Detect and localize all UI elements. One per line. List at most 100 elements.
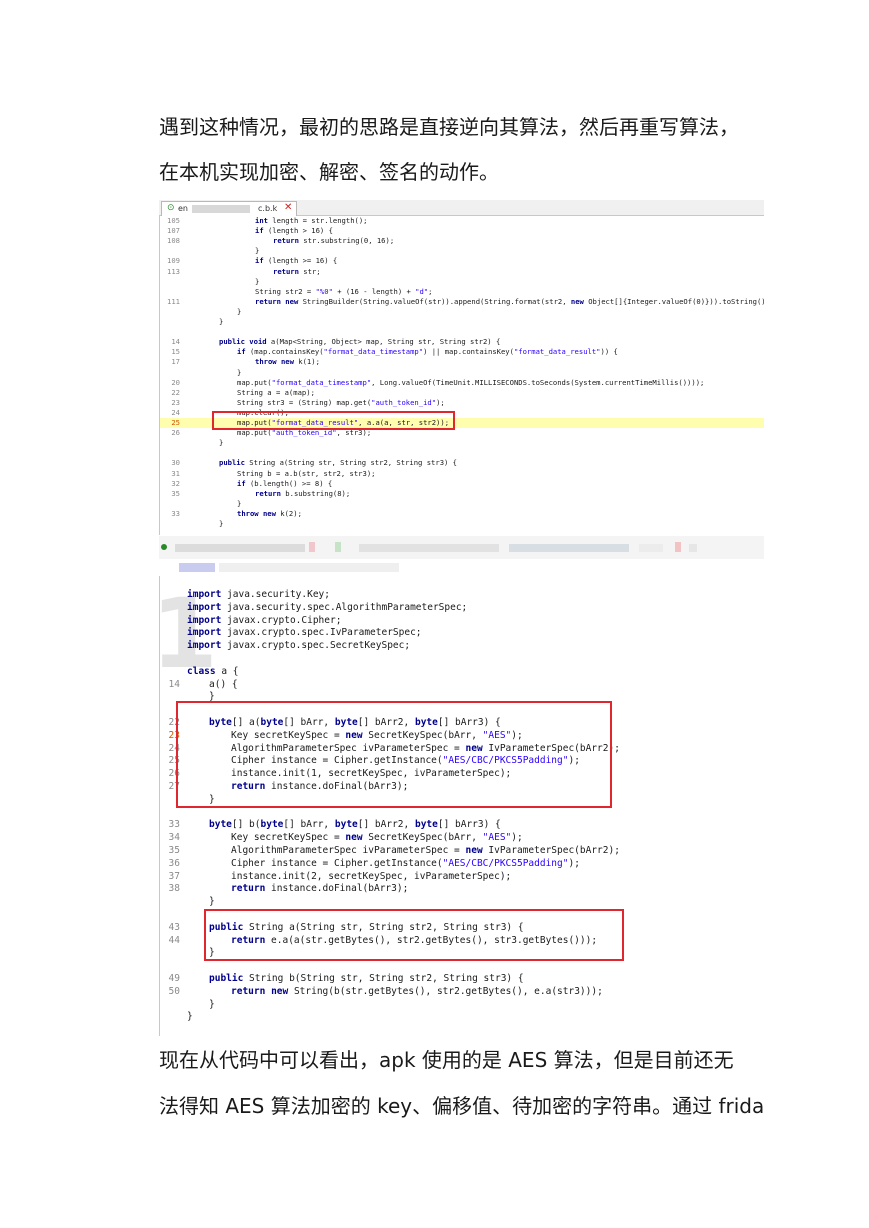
code-line: 105 int length = str.length(); — [159, 216, 764, 226]
code-text: if (length >= 16) { — [255, 256, 338, 266]
code-text: Cipher instance = Cipher.getInstance("AE… — [231, 857, 580, 869]
code-text: a() { — [209, 678, 238, 690]
line-number: 35 — [168, 845, 180, 856]
code-line: 15 if (map.containsKey("format_data_times… — [159, 347, 764, 357]
code-line: 50 return new String(b(str.getBytes(), st… — [159, 986, 764, 999]
code-line: 111 return new StringBuilder(String.value… — [159, 297, 764, 307]
code-text: int length = str.length(); — [255, 216, 368, 225]
code-line: } — [159, 438, 764, 448]
code-text: byte[] b(byte[] bArr, byte[] bArr2, byte… — [209, 819, 501, 831]
line-number: 34 — [168, 832, 180, 844]
code-line: 30 public String a(String str, String str… — [159, 458, 764, 468]
code-line: } — [159, 1011, 764, 1024]
code-line: } — [159, 499, 764, 509]
code-line: import javax.crypto.spec.IvParameterSpec… — [159, 627, 764, 640]
line-number: 26 — [171, 428, 180, 438]
line-number: 38 — [168, 883, 180, 895]
code-text: return instance.doFinal(bArr3); — [231, 883, 409, 895]
code-line: 33 byte[] b(byte[] bArr, byte[] bArr2, by… — [159, 819, 764, 832]
code-line: 107 if (length > 16) { — [159, 226, 764, 236]
code-text: Key secretKeySpec = new SecretKeySpec(bA… — [231, 832, 523, 844]
code-line: 109 if (length >= 16) { — [159, 256, 764, 266]
line-number: 15 — [171, 347, 180, 357]
paragraph-line-1: 遇到这种情况，最初的思路是直接逆向其算法，然后再重写算法， — [159, 115, 739, 139]
paragraph-line-2: 在本机实现加密、解密、签名的动作。 — [159, 160, 499, 184]
code-text: String b = a.b(str, str2, str3); — [237, 468, 376, 478]
code-line: 33 throw new k(2); — [159, 509, 764, 519]
line-number: 37 — [168, 870, 180, 882]
line-number: 23 — [171, 397, 180, 407]
line-number: 105 — [167, 216, 180, 225]
highlight-box-map-put — [212, 411, 455, 430]
code-text: } — [219, 438, 224, 448]
close-tab-icon[interactable]: ✕ — [284, 201, 292, 214]
line-number: 32 — [171, 478, 180, 488]
highlight-box-encrypt-method — [176, 701, 612, 808]
code-text: instance.init(2, secretKeySpec, ivParame… — [231, 870, 512, 882]
code-line: } — [159, 519, 764, 529]
code-text: } — [237, 367, 242, 377]
code-line: } — [159, 246, 764, 256]
line-number: 44 — [168, 934, 180, 946]
code-line: 20 map.put("format_data_timestamp", Long.… — [159, 378, 764, 388]
tab-name-suffix: c.b.k — [258, 204, 278, 213]
code-line: 23 String str3 = (String) map.get("auth_t… — [159, 398, 764, 408]
code-line: String str2 = "%0" + (16 - length) + "d"… — [159, 287, 764, 297]
highlight-box-public-a-method — [204, 909, 624, 961]
code-line: 34 Key secretKeySpec = new SecretKeySpec(… — [159, 832, 764, 845]
line-number: 14 — [168, 678, 180, 690]
editor-tab[interactable]: ⊙ en c.b.k ✕ — [161, 201, 297, 216]
code-line: 22 String a = a(map); — [159, 388, 764, 398]
line-number: 17 — [171, 357, 180, 367]
code-text: } — [255, 276, 260, 286]
code-text: throw new k(2); — [237, 508, 302, 518]
line-number: 30 — [171, 458, 180, 468]
code-line: import javax.crypto.Cipher; — [159, 615, 764, 628]
code-text: public String a(String str, String str2,… — [219, 458, 458, 468]
line-number: 25 — [171, 418, 180, 427]
line-number: 33 — [168, 819, 180, 831]
code-text: public void a(Map<String, Object> map, S… — [219, 337, 501, 347]
line-number: 31 — [171, 468, 180, 478]
code-screenshot-2: 1 import java.security.Key; import java.s… — [159, 536, 764, 1036]
code-text: String str2 = "%0" + (16 - length) + "d"… — [255, 286, 433, 296]
code-text: import javax.crypto.spec.SecretKeySpec; — [187, 640, 411, 652]
code-text: } — [219, 317, 224, 326]
paragraph-line-4: 法得知 AES 算法加密的 key、偏移值、待加密的字符串。通过 frida — [159, 1094, 765, 1118]
line-number: 113 — [167, 266, 180, 276]
code-text: return new String(b(str.getBytes(), str2… — [231, 985, 603, 997]
code-text: return b.substring(8); — [255, 488, 351, 498]
code-text: return new StringBuilder(String.valueOf(… — [255, 296, 764, 306]
redacted-tab-text — [192, 205, 250, 213]
code-text: } — [237, 306, 242, 316]
code-line: } — [159, 277, 764, 287]
code-line: 38 return instance.doFinal(bArr3); — [159, 883, 764, 896]
line-number: 50 — [168, 985, 180, 997]
code-text: String str3 = (String) map.get("auth_tok… — [237, 397, 445, 407]
editor-tab-bar: ⊙ en c.b.k ✕ — [159, 200, 764, 216]
code-line: } — [159, 368, 764, 378]
line-number: 108 — [167, 236, 180, 246]
code-text: } — [209, 998, 215, 1010]
line-number: 20 — [171, 377, 180, 387]
code-line: 35 AlgorithmParameterSpec ivParameterSpec… — [159, 845, 764, 858]
editor-gutter-edge-2 — [159, 576, 160, 1036]
code-text: import java.security.spec.AlgorithmParam… — [187, 601, 468, 613]
code-text: return str; — [273, 266, 321, 276]
line-number: 107 — [167, 226, 180, 236]
code-text: } — [219, 519, 224, 528]
line-number: 49 — [168, 973, 180, 984]
line-number: 43 — [168, 921, 180, 933]
code-line: 36 Cipher instance = Cipher.getInstance("… — [159, 858, 764, 871]
code-area-2: import java.security.Key; import java.sec… — [159, 589, 764, 1036]
code-line: class a { — [159, 666, 764, 679]
line-number: 22 — [171, 387, 180, 397]
code-text: } — [255, 246, 260, 256]
code-line: 14 a() { — [159, 679, 764, 692]
code-line: 35 return b.substring(8); — [159, 489, 764, 499]
code-line: 32 if (b.length() >= 8) { — [159, 479, 764, 489]
code-text: import java.security.Key; — [187, 589, 330, 600]
code-text: } — [237, 498, 242, 508]
